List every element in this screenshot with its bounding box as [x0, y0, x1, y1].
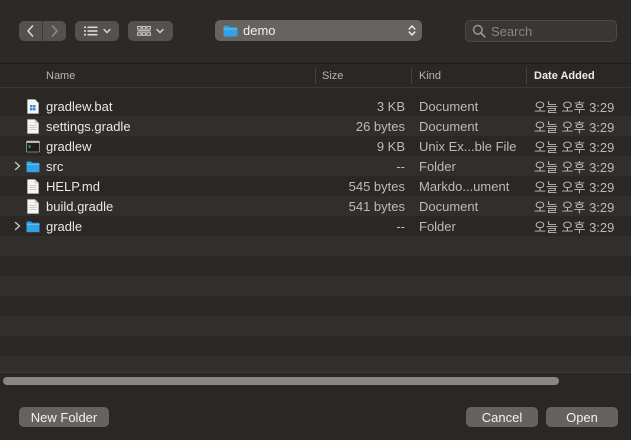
- file-size: 545 bytes: [348, 178, 405, 194]
- document-icon: [27, 119, 39, 134]
- document-icon: [27, 179, 39, 194]
- location-popup[interactable]: demo: [215, 20, 422, 41]
- empty-row: [0, 316, 631, 336]
- empty-row: [0, 236, 631, 256]
- file-size: 26 bytes: [355, 118, 405, 134]
- file-date: 오늘 오후 3:29: [534, 119, 615, 135]
- folder-icon: [223, 25, 238, 36]
- file-kind: Document: [419, 198, 479, 214]
- column-date-added[interactable]: Date Added: [534, 64, 595, 88]
- column-name-label: Name: [46, 70, 76, 82]
- column-kind[interactable]: Kind: [419, 64, 441, 88]
- column-divider[interactable]: [526, 68, 527, 84]
- disclosure-triangle-icon[interactable]: [14, 161, 21, 171]
- empty-row: [0, 336, 631, 356]
- cancel-button[interactable]: Cancel: [466, 407, 538, 427]
- location-label: demo: [243, 23, 276, 38]
- document-icon: [27, 199, 39, 214]
- file-date: 오늘 오후 3:29: [534, 139, 615, 155]
- chevron-left-icon: [27, 25, 34, 37]
- column-divider[interactable]: [411, 68, 412, 84]
- folder-icon: [26, 221, 40, 233]
- grid-view-button[interactable]: [128, 21, 173, 41]
- file-name: HELP.md: [46, 178, 100, 194]
- folder-icon: [26, 161, 40, 173]
- file-date: 오늘 오후 3:29: [534, 219, 615, 235]
- folder-row[interactable]: gradle -- Folder 오늘 오후 3:29: [0, 216, 631, 236]
- file-kind: Document: [419, 118, 479, 134]
- toolbar: demo: [0, 0, 631, 62]
- file-row[interactable]: gradlew 9 KB Unix Ex...ble File 오늘 오후 3:…: [0, 136, 631, 156]
- file-name: gradlew.bat: [46, 98, 113, 114]
- list-view-button[interactable]: [75, 21, 119, 41]
- file-name: src: [46, 158, 64, 174]
- file-date: 오늘 오후 3:29: [534, 99, 615, 115]
- file-name: build.gradle: [46, 198, 114, 214]
- up-down-chevron-icon: [408, 25, 416, 36]
- file-kind: Document: [419, 98, 479, 114]
- search-icon: [472, 24, 486, 38]
- file-kind: Folder: [419, 158, 456, 174]
- search-field[interactable]: [465, 20, 617, 42]
- column-name[interactable]: Name: [46, 64, 75, 88]
- column-size-label: Size: [322, 70, 344, 82]
- new-folder-button[interactable]: New Folder: [19, 407, 109, 427]
- disclosure-triangle-icon[interactable]: [14, 221, 21, 231]
- horizontal-scrollbar[interactable]: [0, 372, 631, 388]
- column-date-added-label: Date Added: [534, 70, 595, 82]
- empty-row: [0, 296, 631, 316]
- file-row[interactable]: build.gradle 541 bytes Document 오늘 오후 3:…: [0, 196, 631, 216]
- file-row[interactable]: HELP.md 545 bytes Markdo...ument 오늘 오후 3…: [0, 176, 631, 196]
- file-date: 오늘 오후 3:29: [534, 159, 615, 175]
- file-list: gradlew.bat 3 KB Document 오늘 오후 3:29 set…: [0, 95, 631, 376]
- grid-icon: [137, 25, 151, 36]
- column-header: Name Size Kind Date Added: [0, 63, 631, 88]
- search-input[interactable]: [491, 23, 611, 39]
- scrollbar-thumb[interactable]: [3, 377, 559, 385]
- chevron-down-icon: [156, 28, 164, 34]
- file-size: 3 KB: [376, 98, 405, 114]
- file-row[interactable]: settings.gradle 26 bytes Document 오늘 오후 …: [0, 116, 631, 136]
- file-kind: Folder: [419, 218, 456, 234]
- file-name: gradlew: [46, 138, 92, 154]
- file-size: --: [396, 218, 405, 234]
- terminal-file-icon: [26, 140, 40, 153]
- chevron-down-icon: [102, 28, 111, 34]
- list-icon: [83, 26, 97, 36]
- file-date: 오늘 오후 3:29: [534, 199, 615, 215]
- empty-row: [0, 256, 631, 276]
- column-divider[interactable]: [315, 68, 316, 84]
- file-name: settings.gradle: [46, 118, 131, 134]
- navigation-buttons: [19, 21, 66, 41]
- file-row[interactable]: gradlew.bat 3 KB Document 오늘 오후 3:29: [0, 96, 631, 116]
- file-size: 541 bytes: [348, 198, 405, 214]
- file-kind: Unix Ex...ble File: [419, 138, 517, 154]
- chevron-right-icon: [51, 25, 58, 37]
- file-name: gradle: [46, 218, 83, 234]
- file-size: --: [396, 158, 405, 174]
- column-kind-label: Kind: [419, 70, 442, 82]
- file-date: 오늘 오후 3:29: [534, 179, 615, 195]
- file-size: 9 KB: [376, 138, 405, 154]
- column-size[interactable]: Size: [322, 64, 343, 88]
- folder-row[interactable]: src -- Folder 오늘 오후 3:29: [0, 156, 631, 176]
- file-kind: Markdo...ument: [419, 178, 510, 194]
- bat-file-icon: [27, 99, 39, 114]
- forward-button[interactable]: [42, 21, 65, 41]
- back-button[interactable]: [19, 21, 42, 41]
- open-button[interactable]: Open: [546, 407, 618, 427]
- bottom-bar: New Folder Cancel Open: [0, 389, 631, 440]
- empty-row: [0, 276, 631, 296]
